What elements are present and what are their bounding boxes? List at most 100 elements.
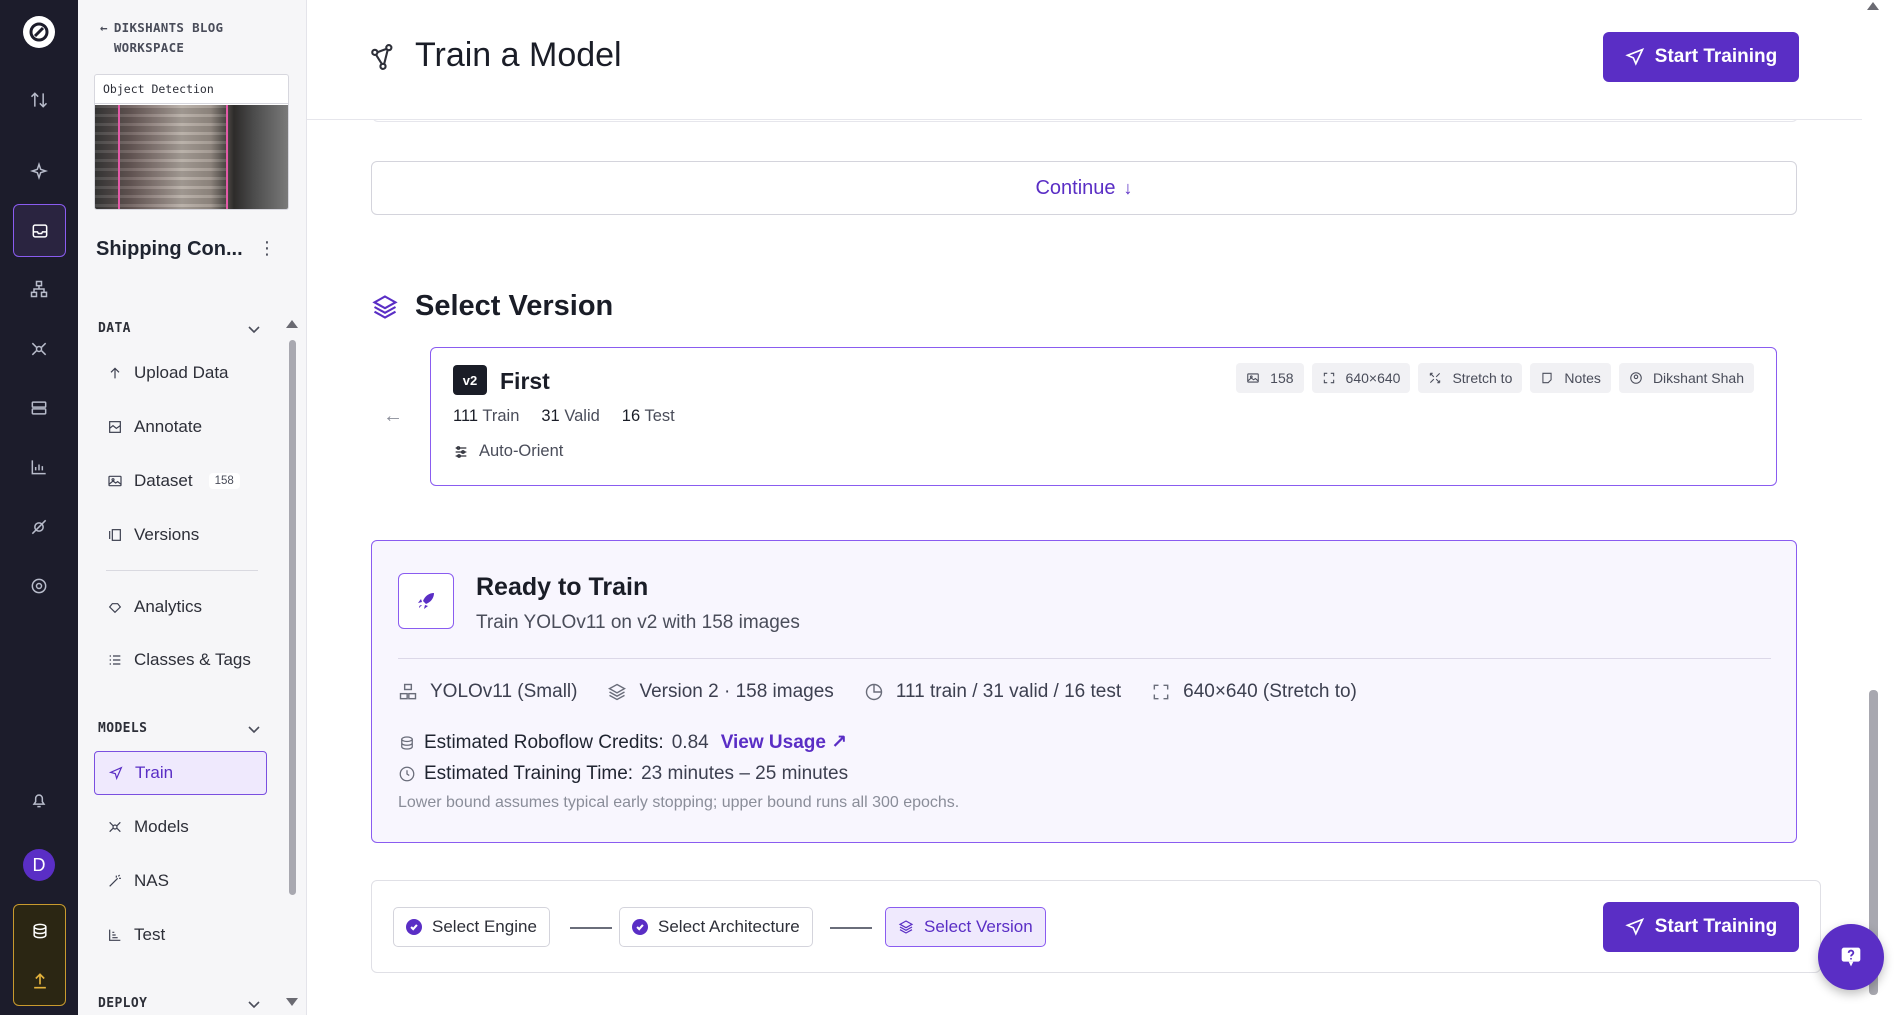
version-name: First <box>500 368 550 394</box>
sidebar-item-classes-tags[interactable]: Classes & Tags <box>94 638 267 682</box>
author-chip: Dikshant Shah <box>1618 363 1754 393</box>
notes-chip[interactable]: Notes <box>1530 363 1611 393</box>
version-card[interactable]: v2 First 111 Train 31 Valid 16 Test Auto… <box>430 347 1777 486</box>
sidebar-item-annotate[interactable]: Annotate <box>94 405 267 449</box>
sidebar-item-analytics[interactable]: Analytics <box>94 585 267 629</box>
start-training-button[interactable]: Start Training <box>1603 32 1799 82</box>
start-training-button[interactable]: Start Training <box>1603 902 1799 952</box>
arrow-left-icon[interactable]: ← <box>383 405 403 428</box>
step-select-version[interactable]: Select Version <box>885 907 1046 947</box>
sidebar-item-models[interactable]: Models <box>94 805 267 849</box>
sidebar-item-label: NAS <box>134 871 169 890</box>
check-circle-icon <box>632 919 648 935</box>
step-select-engine[interactable]: Select Engine <box>393 907 550 947</box>
sidebar-item-label: Annotate <box>134 417 203 436</box>
chevron-down-icon[interactable] <box>246 996 262 1012</box>
section-title: Select Version <box>415 290 614 322</box>
sidebar-divider <box>106 570 258 571</box>
project-thumbnail[interactable]: Object Detection <box>94 74 289 210</box>
bell-icon[interactable] <box>24 785 54 815</box>
user-avatar[interactable]: D <box>23 849 55 881</box>
sidebar-item-versions[interactable]: Versions <box>94 513 267 557</box>
rocket-icon <box>398 573 454 629</box>
sidebar-item-label: Dataset <box>134 471 193 490</box>
model-icon <box>399 683 417 700</box>
chevron-down-icon[interactable] <box>246 721 262 737</box>
main-scrollbar[interactable] <box>1864 0 1882 1015</box>
send-icon <box>1625 917 1644 936</box>
scroll-up-icon[interactable] <box>286 320 298 328</box>
project-sidebar: ← DIKSHANTS BLOG WORKSPACE Object Detect… <box>78 0 307 1015</box>
workspace-back-link[interactable]: ← DIKSHANTS BLOG WORKSPACE <box>100 18 223 58</box>
version-badge: v2 <box>453 365 487 395</box>
estimate-note: Lower bound assumes typical early stoppi… <box>398 794 960 811</box>
projects-icon[interactable] <box>13 204 66 257</box>
pie-icon <box>865 683 883 701</box>
workspace-name-line2: WORKSPACE <box>113 40 185 55</box>
sidebar-item-dataset[interactable]: Dataset 158 <box>94 459 267 503</box>
models-section-heading[interactable]: MODELS <box>98 721 147 736</box>
workflow-icon[interactable] <box>24 334 54 364</box>
layers-icon <box>608 683 627 701</box>
ready-subtitle: Train YOLOv11 on v2 with 158 images <box>476 612 800 633</box>
server-icon[interactable] <box>24 393 54 423</box>
resolution-chip: 640×640 <box>1311 363 1411 393</box>
image-icon <box>106 472 124 490</box>
project-image <box>95 105 288 209</box>
scrollbar-thumb[interactable] <box>289 340 296 895</box>
page-header: Train a Model Start Training <box>307 0 1862 120</box>
scroll-down-icon[interactable] <box>286 998 298 1006</box>
sidebar-scrollbar[interactable] <box>286 320 298 1010</box>
sidebar-item-label: Analytics <box>134 597 203 616</box>
chat-button[interactable] <box>1818 924 1884 990</box>
roboflow-logo-icon[interactable] <box>23 16 55 48</box>
version-splits: 111 Train 31 Valid 16 Test <box>453 407 675 426</box>
model-stat: YOLOv11 (Small) <box>398 681 577 703</box>
credits-upgrade-panel[interactable] <box>13 904 66 1006</box>
bar-chart-icon[interactable] <box>24 452 54 482</box>
workspace-name-line1: DIKSHANTS BLOG <box>113 20 224 35</box>
version-stat: Version 2 · 158 images <box>607 681 834 703</box>
gear-icon[interactable] <box>24 571 54 601</box>
sidebar-item-upload-data[interactable]: Upload Data <box>94 351 267 395</box>
data-section-heading[interactable]: DATA <box>98 321 131 336</box>
divider <box>398 658 1771 659</box>
sidebar-item-test[interactable]: Test <box>94 913 267 957</box>
clock-icon <box>399 766 415 782</box>
chat-icon <box>1841 947 1861 967</box>
step-select-architecture[interactable]: Select Architecture <box>619 907 813 947</box>
continue-label: Continue <box>1035 176 1116 199</box>
layers-icon <box>372 294 398 319</box>
resize-mode-chip: Stretch to <box>1418 363 1523 393</box>
resize-icon <box>1323 372 1334 384</box>
preprocessing-info: Auto-Orient <box>453 442 563 461</box>
more-vertical-icon[interactable]: ⋮ <box>258 238 276 259</box>
coins-icon <box>28 919 52 943</box>
chart-icon <box>106 926 124 944</box>
deploy-section-heading[interactable]: DEPLOY <box>98 996 147 1011</box>
list-icon <box>106 651 124 669</box>
preprocessing-label: Auto-Orient <box>479 442 564 460</box>
chevron-down-icon[interactable] <box>246 321 262 337</box>
scroll-up-icon[interactable] <box>1867 2 1879 10</box>
view-usage-link[interactable]: View Usage ↗ <box>721 731 847 754</box>
versions-icon <box>106 526 124 544</box>
sidebar-item-label: Train <box>135 763 174 782</box>
sidebar-item-label: Models <box>134 817 189 836</box>
sidebar-item-label: Upload Data <box>134 363 229 382</box>
sidebar-item-nas[interactable]: NAS <box>94 859 267 903</box>
icon-rail: D <box>0 0 78 1015</box>
external-link-icon: ↗ <box>831 732 848 753</box>
satellite-icon[interactable] <box>24 512 54 542</box>
hierarchy-icon[interactable] <box>24 274 54 304</box>
wand-icon <box>106 872 124 890</box>
upgrade-icon <box>28 969 52 993</box>
image-count-chip: 158 <box>1236 363 1304 393</box>
sparkle-icon[interactable] <box>24 156 54 186</box>
main-content: Train a Model Start Training Continue ↓ … <box>307 0 1899 1015</box>
sidebar-item-train[interactable]: Train <box>94 751 267 795</box>
continue-button[interactable]: Continue ↓ <box>371 161 1797 215</box>
switch-arrows-icon[interactable] <box>24 85 54 115</box>
time-estimate: Estimated Training Time: 23 minutes – 25… <box>398 763 848 785</box>
send-icon <box>1625 47 1644 66</box>
